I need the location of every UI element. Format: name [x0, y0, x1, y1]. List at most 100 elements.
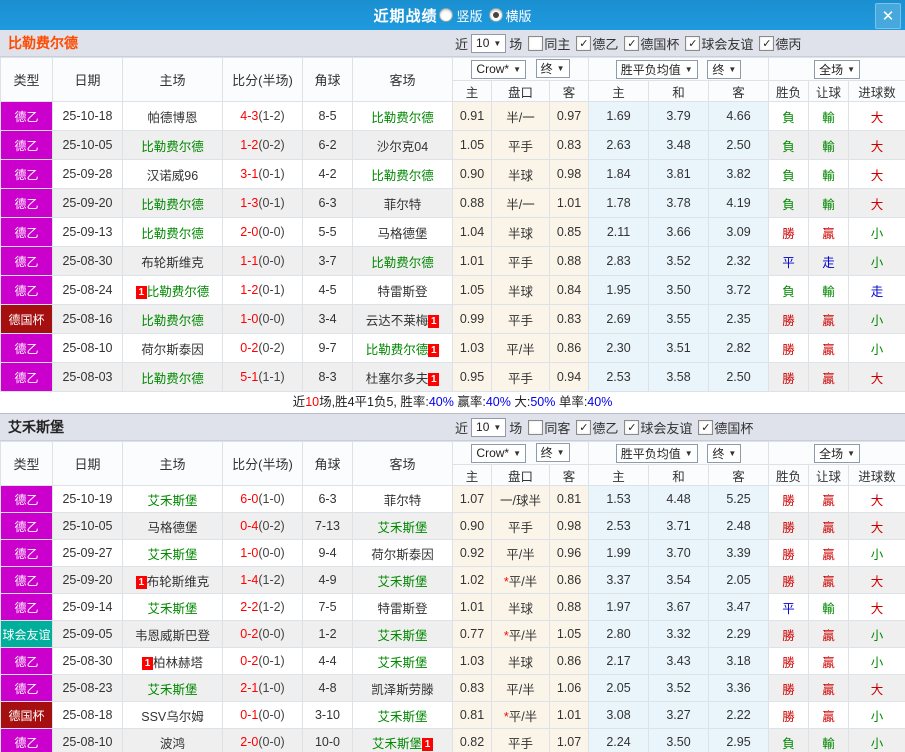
- final-odds-select2[interactable]: 终▼: [707, 60, 741, 79]
- final-odds-select2[interactable]: 终▼: [707, 444, 741, 463]
- avg-home-odds-cell: 1.97: [589, 594, 649, 621]
- checkbox-checked[interactable]: ✓: [685, 36, 700, 51]
- handicap-cell: 平/半: [492, 675, 550, 702]
- final-odds-select[interactable]: 终▼: [536, 59, 570, 78]
- home-team-cell: 马格德堡: [123, 513, 223, 540]
- games-label: 场: [509, 34, 522, 53]
- result-cell: 勝: [769, 486, 809, 513]
- match-count-select[interactable]: 10▼: [471, 418, 506, 437]
- halftime-score: (1-2): [258, 109, 284, 123]
- corner-cell: 4-5: [303, 276, 353, 305]
- away-team-cell: 特雷斯登: [353, 276, 453, 305]
- bookmaker-select[interactable]: Crow*▼: [471, 60, 526, 79]
- scope-select-group: 全场▼: [769, 58, 905, 81]
- match-row: 德乙25-08-241比勒费尔德1-2(0-1)4-5特雷斯登1.05半球0.8…: [1, 276, 905, 305]
- avg-home-odds-cell: 2.30: [589, 334, 649, 363]
- orientation-radio[interactable]: 横版: [489, 6, 532, 25]
- goals-overunder-cell: 大: [849, 486, 905, 513]
- final-odds-select[interactable]: 终▼: [536, 443, 570, 462]
- bookmaker-select[interactable]: Crow*▼: [471, 444, 526, 463]
- summary-segment: 场,胜4平1负5, 胜率:: [319, 395, 429, 409]
- handicap-result-cell: 輸: [809, 102, 849, 131]
- home-team-cell: 波鸿: [123, 729, 223, 752]
- fulltime-score: 0-2: [240, 627, 258, 641]
- handicap-value: 半/一: [506, 111, 534, 125]
- avg-draw-odds-cell: 4.48: [649, 486, 709, 513]
- competition-type-cell: 德乙: [1, 540, 53, 567]
- close-button[interactable]: ✕: [875, 3, 901, 29]
- crown-home-odds-cell: 1.03: [453, 648, 492, 675]
- radio-icon[interactable]: [439, 8, 453, 22]
- corner-cell: 7-5: [303, 594, 353, 621]
- filter-checkbox-item: ✓德国杯: [698, 418, 753, 437]
- match-count-select[interactable]: 10▼: [471, 34, 506, 53]
- checkbox-checked[interactable]: ✓: [576, 420, 591, 435]
- avg-away-odds-cell: 2.82: [709, 334, 769, 363]
- crown-away-odds-cell: 0.88: [550, 594, 589, 621]
- competition-type-cell: 德乙: [1, 276, 53, 305]
- away-team: 菲尔特: [384, 198, 422, 212]
- sub-col-crown-home: 主: [453, 465, 492, 486]
- halftime-score: (0-2): [258, 138, 284, 152]
- halftime-score: (1-0): [258, 492, 284, 506]
- radio-icon-checked[interactable]: [489, 8, 503, 22]
- orientation-radio[interactable]: 竖版: [439, 6, 482, 25]
- handicap-cell: 半球: [492, 276, 550, 305]
- handicap-cell: *平/半: [492, 702, 550, 729]
- result-cell: 勝: [769, 305, 809, 334]
- score-cell: 2-2(1-2): [223, 594, 303, 621]
- checkbox-unchecked[interactable]: [528, 36, 543, 51]
- score-cell: 0-2(0-2): [223, 334, 303, 363]
- avg-odds-select[interactable]: 胜平负均值▼: [616, 444, 698, 463]
- sub-col-avg-away: 客: [709, 465, 769, 486]
- halftime-score: (0-0): [258, 735, 284, 749]
- home-team-cell: 1比勒费尔德: [123, 276, 223, 305]
- score-cell: 1-3(0-1): [223, 189, 303, 218]
- sub-col-handicap-result: 让球: [809, 81, 849, 102]
- handicap-cell: 半球: [492, 648, 550, 675]
- checkbox-label: 德乙: [592, 34, 618, 53]
- checkbox-checked[interactable]: ✓: [624, 420, 639, 435]
- checkbox-checked[interactable]: ✓: [698, 420, 713, 435]
- home-team: 比勒费尔德: [141, 140, 204, 154]
- radio-label: 竖版: [456, 6, 482, 25]
- score-cell: 1-4(1-2): [223, 567, 303, 594]
- match-row: 德乙25-08-301柏林赫塔0-2(0-1)4-4艾禾斯堡1.03半球0.86…: [1, 648, 905, 675]
- corner-cell: 6-3: [303, 189, 353, 218]
- competition-type-cell: 德乙: [1, 160, 53, 189]
- handicap-result-cell: 贏: [809, 648, 849, 675]
- check-icon: ✓: [627, 37, 636, 50]
- section-bar-away-team: 艾禾斯堡 近10▼场同客✓德乙✓球会友谊✓德国杯: [0, 413, 905, 441]
- scope-select[interactable]: 全场▼: [814, 444, 860, 463]
- crown-home-odds-cell: 0.90: [453, 513, 492, 540]
- home-team: 布轮斯维克: [141, 256, 204, 270]
- checkbox-checked[interactable]: ✓: [576, 36, 591, 51]
- handicap-value: 平/半: [506, 683, 534, 697]
- date-cell: 25-08-30: [53, 648, 123, 675]
- col-score: 比分(半场): [223, 442, 303, 486]
- handicap-value: 平/半: [506, 343, 534, 357]
- checkbox-checked[interactable]: ✓: [759, 36, 774, 51]
- checkbox-unchecked[interactable]: [528, 420, 543, 435]
- crown-home-odds-cell: 0.77: [453, 621, 492, 648]
- result-cell: 勝: [769, 363, 809, 392]
- halftime-score: (1-2): [258, 600, 284, 614]
- col-corner: 角球: [303, 58, 353, 102]
- handicap-value: 平手: [508, 256, 533, 270]
- avg-home-odds-cell: 3.08: [589, 702, 649, 729]
- home-team: 马格德堡: [147, 521, 197, 535]
- bookmaker-select-group: Crow*▼ 终▼: [453, 442, 589, 465]
- date-cell: 25-09-27: [53, 540, 123, 567]
- away-team: 比勒费尔德: [371, 256, 434, 270]
- crown-home-odds-cell: 1.01: [453, 594, 492, 621]
- home-team-results-table: 类型 日期 主场 比分(半场) 角球 客场 Crow*▼ 终▼ 胜平负均值▼ 终…: [0, 57, 905, 392]
- summary-segment: 赢率:: [454, 395, 486, 409]
- corner-cell: 3-7: [303, 247, 353, 276]
- avg-odds-select[interactable]: 胜平负均值▼: [616, 60, 698, 79]
- sub-col-handicap: 盘口: [492, 81, 550, 102]
- filter-checkbox-item: ✓球会友谊: [624, 418, 692, 437]
- sub-col-goals: 进球数: [849, 465, 905, 486]
- checkbox-checked[interactable]: ✓: [624, 36, 639, 51]
- scope-select[interactable]: 全场▼: [814, 60, 860, 79]
- avg-away-odds-cell: 2.50: [709, 131, 769, 160]
